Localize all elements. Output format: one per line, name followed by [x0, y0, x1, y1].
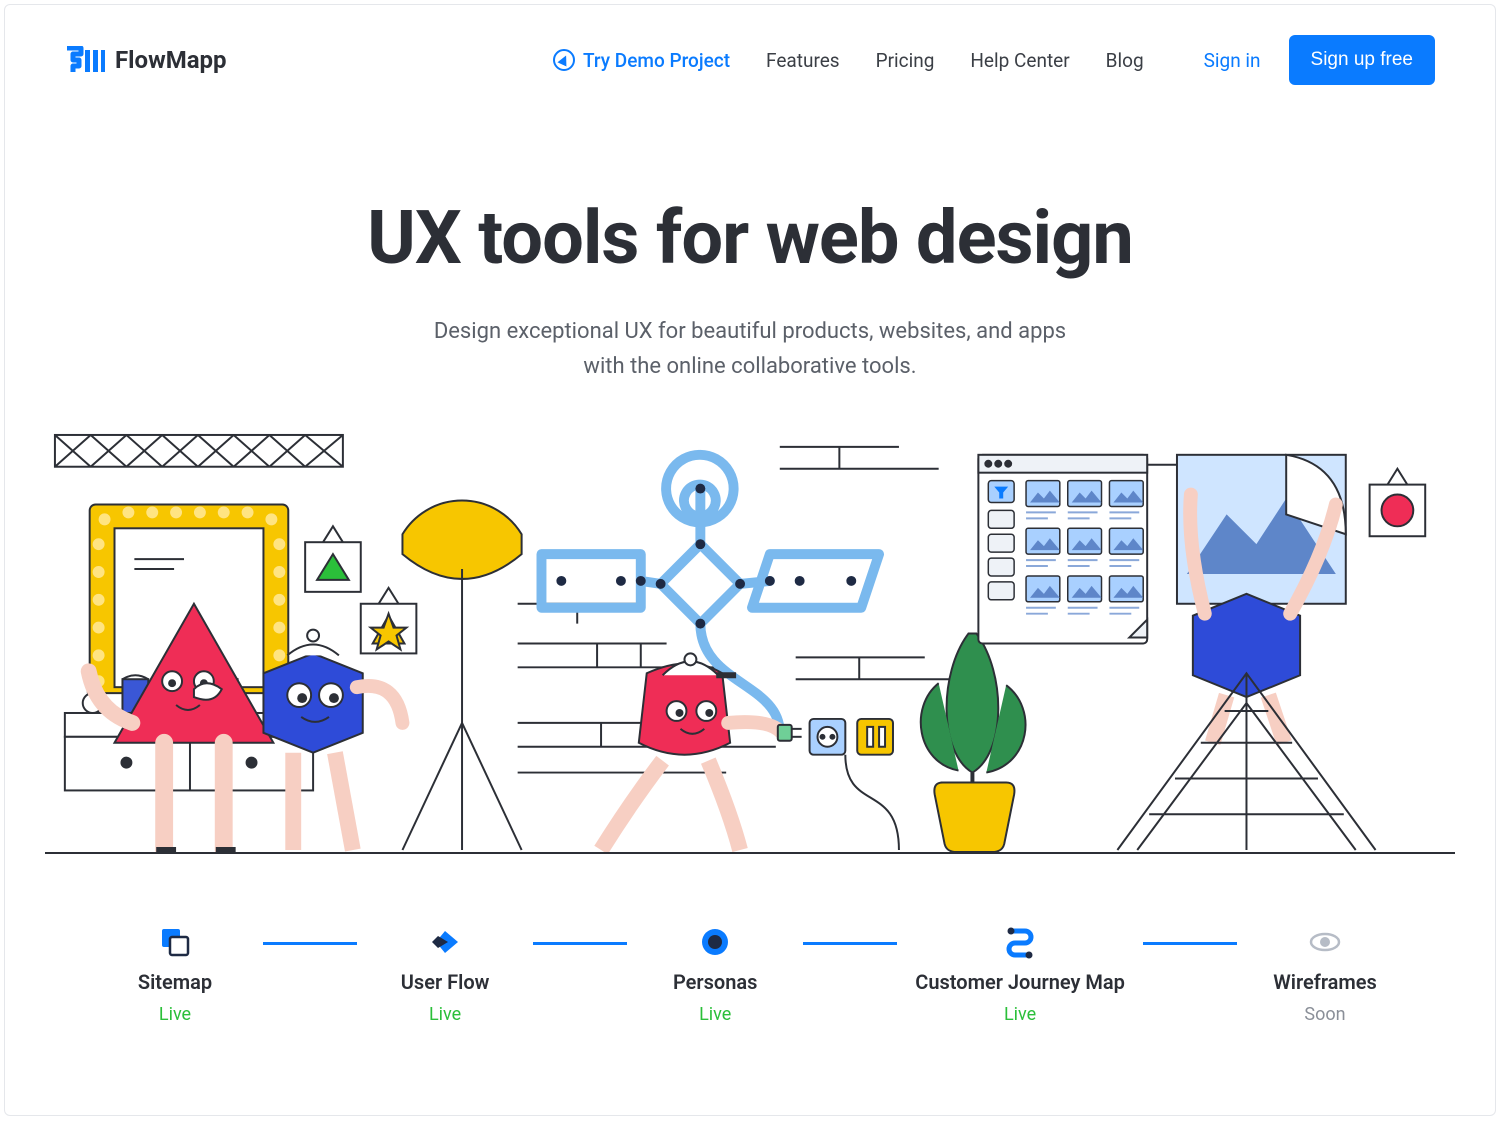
feature-user-flow[interactable]: User Flow Live [375, 924, 515, 1025]
brand-logo[interactable]: FlowMapp [65, 46, 227, 74]
main-nav: Try Demo Project Features Pricing Help C… [553, 49, 1144, 72]
hero-subtitle-line2: with the online collaborative tools. [583, 354, 916, 379]
feature-status: Live [159, 1004, 191, 1025]
feature-label: Wireframes [1273, 970, 1377, 994]
feature-status: Live [429, 1004, 461, 1025]
feature-personas[interactable]: Personas Live [645, 924, 785, 1025]
feature-status: Live [1004, 1004, 1036, 1025]
nav-pricing[interactable]: Pricing [876, 49, 935, 72]
sitemap-icon [157, 924, 193, 960]
feature-label: Customer Journey Map [915, 970, 1125, 994]
auth-actions: Sign in Sign up free [1204, 35, 1435, 85]
feature-label: Sitemap [138, 970, 212, 994]
hero-title: UX tools for web design [65, 195, 1435, 282]
signin-link[interactable]: Sign in [1204, 49, 1261, 72]
userflow-icon [427, 924, 463, 960]
hero-illustration [45, 424, 1455, 854]
feature-separator [1143, 942, 1237, 945]
nav-blog[interactable]: Blog [1106, 49, 1144, 72]
brand-logo-mark-icon [65, 46, 105, 74]
feature-label: Personas [673, 970, 757, 994]
features-row: Sitemap Live User Flow Live Personas [5, 854, 1495, 1065]
feature-separator [803, 942, 897, 945]
hero: UX tools for web design Design exception… [5, 105, 1495, 414]
feature-status: Live [699, 1004, 731, 1025]
wireframes-icon [1307, 924, 1343, 960]
header: FlowMapp Try Demo Project Features Prici… [5, 5, 1495, 105]
nav-try-demo[interactable]: Try Demo Project [553, 49, 730, 72]
feature-separator [263, 942, 357, 945]
hero-subtitle: Design exceptional UX for beautiful prod… [65, 314, 1435, 384]
compass-icon [553, 49, 575, 71]
feature-label: User Flow [401, 970, 490, 994]
nav-features[interactable]: Features [766, 49, 840, 72]
nav-help-center[interactable]: Help Center [970, 49, 1069, 72]
feature-separator [533, 942, 627, 945]
signup-button[interactable]: Sign up free [1289, 35, 1435, 85]
cjm-icon [1002, 924, 1038, 960]
brand-name: FlowMapp [115, 46, 227, 74]
page: FlowMapp Try Demo Project Features Prici… [4, 4, 1496, 1116]
nav-try-demo-label: Try Demo Project [583, 49, 730, 72]
feature-status: Soon [1304, 1004, 1345, 1025]
personas-icon [697, 924, 733, 960]
feature-sitemap[interactable]: Sitemap Live [105, 924, 245, 1025]
feature-cjm[interactable]: Customer Journey Map Live [915, 924, 1125, 1025]
feature-wireframes[interactable]: Wireframes Soon [1255, 924, 1395, 1025]
hero-subtitle-line1: Design exceptional UX for beautiful prod… [434, 319, 1066, 344]
